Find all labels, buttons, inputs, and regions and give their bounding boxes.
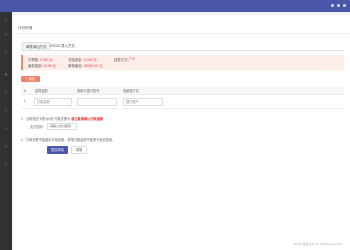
sidebar-expand-icon[interactable]: › <box>3 144 9 150</box>
user-icon[interactable] <box>337 4 340 7</box>
top-bar <box>0 0 350 12</box>
add-row-button[interactable]: + 添加 <box>21 76 40 82</box>
frozen-value: 0.000 元 <box>84 58 97 62</box>
notification-icon[interactable] <box>331 4 334 7</box>
tab-divider <box>22 50 344 51</box>
sidebar-expand-icon[interactable]: › <box>3 108 9 114</box>
sidebar-expand-icon[interactable]: › <box>3 90 9 96</box>
sidebar: › › › › › › › › › <box>0 12 12 250</box>
sidebar-expand-icon[interactable]: › <box>3 50 9 56</box>
col-amount: 结算金额 <box>35 89 48 93</box>
pay-password-input[interactable]: 请输入支付密码 <box>47 123 77 130</box>
tab-excel-import[interactable]: EXCEL导入方式 <box>47 42 78 50</box>
sidebar-expand-icon[interactable]: › <box>3 32 9 38</box>
note-total-text: 1、当前提交卡数为0张·付款总额为 <box>21 117 71 121</box>
menu-icon[interactable] <box>343 4 346 7</box>
page-title: 代付申请 <box>18 26 33 30</box>
max-value: 50000.00 元 <box>84 64 103 68</box>
table-row: 1 付款金额 银行账户 <box>21 95 344 109</box>
col-account-name: 收款账户名 <box>123 89 139 93</box>
sidebar-expand-icon[interactable]: › <box>3 72 9 78</box>
sidebar-expand-icon[interactable]: › <box>3 126 9 132</box>
title-divider <box>13 33 350 34</box>
per-fee-value: 10.00 元 <box>43 64 56 68</box>
submit-button[interactable]: 提交申请 <box>47 146 68 154</box>
fee-value: T+0 <box>129 57 135 61</box>
table-header: # 结算金额 收款卡银行账号 收款账户名 <box>21 87 344 95</box>
account-input[interactable] <box>77 98 117 106</box>
frozen-label: 冻结资金： <box>68 58 85 62</box>
row-index: 1 <box>24 99 26 103</box>
col-index: # <box>24 89 26 93</box>
col-account: 收款卡银行账号 <box>77 89 100 93</box>
note-limit: 2、付款总额不能超出可用余额，单笔付款金额不能低于最低费用。 <box>21 138 116 142</box>
footer-copyright: ©2019 金运支付 All Rights Reserved <box>293 242 342 246</box>
reset-button[interactable]: 重置 <box>71 146 87 154</box>
balance-summary: 可提取： 0.000 元 冻结资金： 0.000 元 结算方式： T+0 最低费… <box>21 55 344 70</box>
pay-password-label: 支付密码： <box>30 125 46 129</box>
sidebar-expand-icon[interactable]: › <box>3 162 9 168</box>
available-value: 0.000 元 <box>40 58 53 62</box>
note-total-warning: 请注意请确认付款金额 <box>71 117 103 121</box>
note-total: 1、当前提交卡数为0张·付款总额为 请注意请确认付款金额 <box>21 116 103 121</box>
amount-input[interactable]: 付款金额 <box>34 98 72 106</box>
sidebar-expand-icon[interactable]: › <box>3 18 9 24</box>
account-name-input[interactable]: 银行账户 <box>123 98 163 106</box>
max-label: 单笔最高： <box>68 64 85 68</box>
